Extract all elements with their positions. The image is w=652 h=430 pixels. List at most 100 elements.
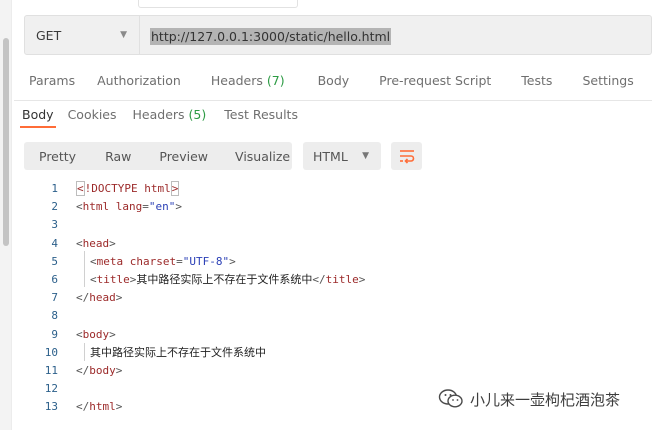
view-mode-pretty[interactable]: Pretty bbox=[39, 149, 76, 164]
scrollbar-thumb[interactable] bbox=[3, 38, 9, 246]
tab-response-body[interactable]: Body bbox=[20, 107, 56, 128]
code-token: > bbox=[358, 272, 366, 286]
code-token: > bbox=[170, 181, 180, 196]
code-line: 8 bbox=[14, 307, 652, 325]
wrap-lines-icon bbox=[399, 150, 414, 164]
code-token: < bbox=[76, 200, 83, 214]
code-text: <!DOCTYPE html> bbox=[76, 180, 180, 198]
code-token: html bbox=[89, 400, 116, 414]
code-token: title bbox=[325, 272, 359, 286]
code-text: 其中路径实际上不存在于文件系统中 bbox=[76, 344, 266, 362]
tab-settings[interactable]: Settings bbox=[582, 73, 633, 88]
code-token: > bbox=[229, 254, 236, 268]
code-token: </ bbox=[312, 272, 326, 286]
code-token: </ bbox=[76, 400, 90, 414]
response-code-view[interactable]: 1 <!DOCTYPE html> 2 <html lang="en"> 3 4 <head… bbox=[14, 180, 652, 416]
line-number: 10 bbox=[44, 345, 58, 359]
code-line: 9 <body> bbox=[14, 326, 652, 344]
code-token: "en" bbox=[148, 200, 176, 214]
response-headers-count: (5) bbox=[188, 107, 207, 122]
code-token: > bbox=[115, 291, 123, 305]
tab-cookies[interactable]: Cookies bbox=[68, 107, 117, 128]
wechat-logo-icon bbox=[438, 389, 463, 408]
code-token: !DOCTYPE bbox=[84, 182, 145, 195]
tab-body[interactable]: Body bbox=[318, 73, 350, 88]
code-token: < bbox=[76, 327, 83, 341]
code-token: > bbox=[109, 327, 116, 341]
code-token: meta bbox=[96, 254, 130, 268]
code-line: 11 </body> bbox=[14, 362, 652, 380]
view-mode-visualize[interactable]: Visualize bbox=[235, 149, 290, 164]
method-label: GET bbox=[36, 27, 62, 43]
code-token: head bbox=[89, 291, 116, 305]
code-token: html bbox=[144, 182, 171, 195]
code-token: </ bbox=[76, 291, 90, 305]
left-scrollbar[interactable] bbox=[0, 0, 12, 430]
format-select[interactable]: HTML ▼ bbox=[303, 142, 381, 170]
watermark: 小儿来一壶枸杞酒泡茶 bbox=[438, 388, 620, 410]
view-mode-group: Pretty Raw Preview Visualize bbox=[24, 142, 292, 170]
tab-tests[interactable]: Tests bbox=[521, 73, 552, 88]
code-line: 7 </head> bbox=[14, 289, 652, 307]
code-line: 4 <head> bbox=[14, 235, 652, 253]
format-label: HTML bbox=[313, 148, 348, 164]
code-token: < bbox=[76, 181, 85, 196]
code-token: < bbox=[90, 272, 97, 286]
method-select[interactable]: GET ▼ bbox=[25, 16, 140, 54]
code-token: = bbox=[176, 254, 183, 268]
request-tabs: Params Authorization Headers (7) Body Pr… bbox=[29, 73, 634, 88]
view-mode-preview[interactable]: Preview bbox=[159, 149, 208, 164]
code-text: <meta charset="UTF-8"> bbox=[76, 253, 236, 271]
code-token: body bbox=[82, 327, 110, 341]
url-text: http://127.0.0.1:3000/static/hello.html bbox=[150, 27, 392, 45]
tab-params[interactable]: Params bbox=[29, 73, 75, 88]
code-token: </ bbox=[76, 363, 90, 377]
code-token: > bbox=[115, 363, 123, 377]
line-number: 7 bbox=[51, 291, 58, 305]
line-number: 6 bbox=[51, 272, 58, 286]
line-number: 13 bbox=[44, 400, 58, 414]
chevron-down-icon: ▼ bbox=[120, 30, 127, 40]
headers-count: (7) bbox=[266, 73, 285, 88]
code-token: < bbox=[90, 254, 97, 268]
wrap-lines-button[interactable] bbox=[391, 142, 422, 170]
code-token: > bbox=[115, 400, 123, 414]
line-number: 8 bbox=[51, 309, 58, 323]
code-text: <head> bbox=[76, 235, 116, 253]
code-token: html bbox=[82, 200, 116, 214]
view-mode-raw[interactable]: Raw bbox=[105, 149, 131, 164]
tab-authorization[interactable]: Authorization bbox=[97, 73, 181, 88]
url-input[interactable]: http://127.0.0.1:3000/static/hello.html bbox=[140, 26, 651, 45]
code-token: = bbox=[142, 200, 149, 214]
code-line: 5 <meta charset="UTF-8"> bbox=[14, 253, 652, 271]
code-line: 1 <!DOCTYPE html> bbox=[14, 180, 652, 198]
response-tabs: Body Cookies Headers (5) Test Results bbox=[20, 107, 298, 128]
request-bar: GET ▼ http://127.0.0.1:3000/static/hello… bbox=[24, 15, 652, 55]
watermark-text: 小儿来一壶枸杞酒泡茶 bbox=[470, 390, 621, 409]
tab-headers[interactable]: Headers (7) bbox=[211, 73, 285, 88]
tab-pre-request-script[interactable]: Pre-request Script bbox=[379, 73, 491, 88]
top-tab-remnant bbox=[138, 0, 298, 8]
line-number: 1 bbox=[51, 182, 58, 195]
code-text: <title>其中路径实际上不存在于文件系统中</title> bbox=[76, 271, 365, 289]
code-token: 其中路径实际上不存在于文件系统中 bbox=[76, 345, 266, 359]
divider bbox=[14, 100, 652, 101]
line-number: 2 bbox=[51, 200, 58, 214]
code-token: head bbox=[82, 236, 110, 250]
code-token: > bbox=[109, 236, 116, 250]
code-line: 2 <html lang="en"> bbox=[14, 198, 652, 216]
code-token: title bbox=[96, 272, 130, 286]
tab-response-headers[interactable]: Headers (5) bbox=[133, 107, 207, 128]
line-number: 11 bbox=[44, 363, 58, 377]
code-token: < bbox=[76, 236, 83, 250]
line-number: 3 bbox=[51, 218, 58, 232]
code-token: body bbox=[89, 363, 116, 377]
code-text: <html lang="en"> bbox=[76, 198, 182, 216]
code-line: 10 其中路径实际上不存在于文件系统中 bbox=[14, 344, 652, 362]
code-text: </head> bbox=[76, 289, 122, 307]
code-line: 6 <title>其中路径实际上不存在于文件系统中</title> bbox=[14, 271, 652, 289]
line-number: 4 bbox=[51, 236, 58, 250]
tab-test-results[interactable]: Test Results bbox=[224, 107, 298, 128]
